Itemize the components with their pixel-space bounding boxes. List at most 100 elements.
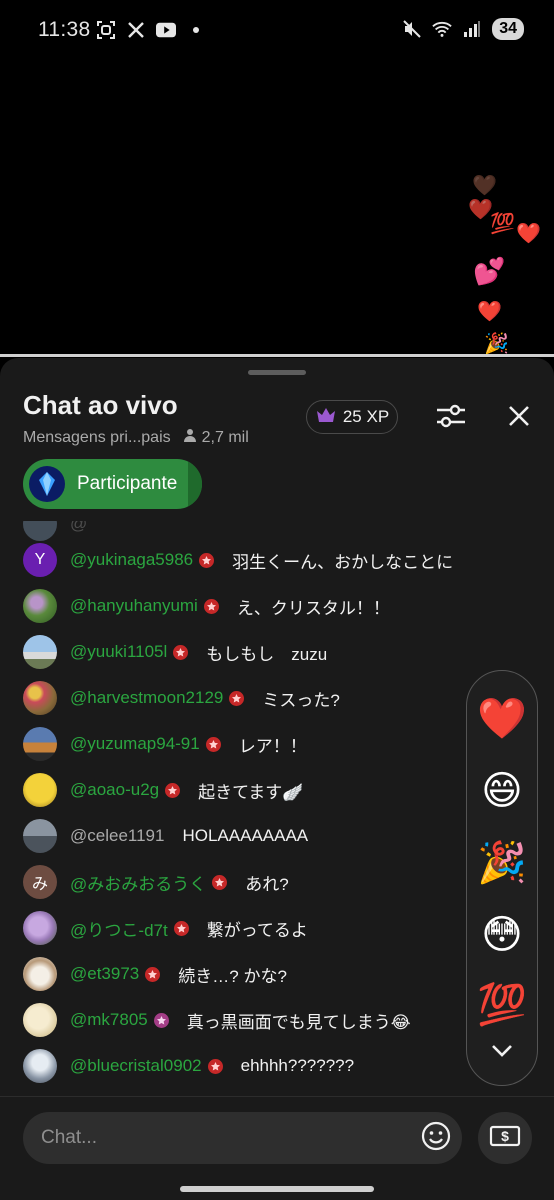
hundred-reaction-button[interactable]: 💯 — [467, 977, 537, 1033]
floating-reaction: ❤️ — [516, 223, 541, 245]
chat-message[interactable]: Y @yukinaga5986 羽生くーん、おかしなことに — [23, 540, 453, 580]
filter-sliders-icon — [435, 403, 467, 434]
chat-message[interactable]: @bluecristal0902 ehhhh??????? — [23, 1046, 354, 1086]
member-badge-icon — [199, 552, 215, 568]
chat-subtitle[interactable]: Mensagens pri...pais 2,7 mil — [23, 428, 249, 447]
floating-reaction: 🤎 — [472, 175, 497, 197]
chat-message[interactable]: @celee1191 HOLAAAAAAAA — [23, 816, 308, 856]
video-progress-bar[interactable] — [0, 354, 554, 357]
chat-message[interactable]: @yuuki1105l もしもし zuzu — [23, 632, 327, 672]
avatar — [23, 773, 57, 807]
chevron-down-icon — [491, 1044, 513, 1063]
message-text: え、クリスタル！！ — [236, 598, 390, 618]
floating-reaction: 🎉 — [484, 333, 509, 355]
message-author[interactable]: @hanyuhanyumi — [70, 596, 198, 616]
avatar-letter: Y — [34, 551, 46, 568]
message-text: レア！！ — [238, 736, 307, 756]
floating-reaction: 💯 — [490, 213, 515, 235]
smile-reaction-button[interactable]: 😄 — [467, 763, 537, 819]
xp-label: 25 XP — [342, 407, 390, 426]
reaction-picker: ❤️ 😄 🎉 😳 💯 — [466, 670, 538, 1086]
chat-title: Chat ao vivo — [23, 390, 178, 420]
crown-icon — [315, 406, 337, 429]
drag-handle[interactable] — [248, 370, 306, 375]
close-chat-button[interactable] — [500, 400, 538, 436]
avatar — [23, 1049, 57, 1083]
member-badge-icon — [153, 1012, 169, 1028]
chat-input[interactable] — [41, 1127, 401, 1149]
message-text: 羽生くーん、おかしなことに — [232, 552, 454, 572]
message-text: もしもし zuzu — [206, 644, 328, 664]
message-text: 起きてます🪽 — [198, 782, 304, 802]
viewer-count-value: 2,7 mil — [201, 428, 249, 446]
system-icons: 34 — [402, 18, 524, 40]
avatar — [23, 635, 57, 669]
chat-message[interactable]: @aoao-u2g 起きてます🪽 — [23, 770, 303, 810]
chat-message[interactable]: @harvestmoon2129 ミスった? — [23, 678, 340, 718]
status-bar: 11:38 34 — [0, 0, 554, 62]
floating-reaction: 💕 — [473, 256, 506, 286]
youtube-icon — [156, 20, 176, 40]
member-badge-icon — [165, 782, 181, 798]
message-author[interactable]: @yukinaga5986 — [70, 550, 193, 570]
crystal-avatar — [29, 466, 65, 502]
input-divider — [0, 1096, 554, 1097]
chat-message[interactable]: @et3973 続き…? かな? — [23, 954, 287, 994]
message-text: ehhhh??????? — [240, 1056, 355, 1075]
video-player[interactable]: 🤎 ❤️ 💯 ❤️ 💕 ❤️ 🎉 — [0, 62, 554, 356]
message-author[interactable]: @bluecristal0902 — [70, 1056, 202, 1076]
person-icon — [183, 428, 197, 447]
message-author[interactable]: @yuuki1105l — [70, 642, 167, 662]
collapse-reactions-button[interactable] — [467, 1033, 537, 1073]
message-author[interactable]: @みおみおるうく — [70, 870, 206, 895]
battery-indicator: 34 — [492, 18, 524, 40]
heart-reaction-button[interactable]: ❤️ — [467, 691, 537, 747]
avatar — [23, 1003, 57, 1037]
x-icon — [126, 20, 146, 40]
message-author[interactable]: @mk7805 — [70, 1010, 148, 1030]
avatar — [23, 911, 57, 945]
message-author[interactable]: @celee1191 — [70, 826, 164, 846]
chat-mode-label: Mensagens pri...pais — [23, 428, 171, 446]
message-text: あれ? — [245, 874, 289, 894]
chat-message[interactable]: @りつこ-d7t 繋がってるよ — [23, 908, 308, 948]
chat-input-container[interactable] — [23, 1112, 462, 1164]
mute-icon — [402, 19, 422, 39]
member-badge-icon — [145, 966, 161, 982]
member-badge-icon — [173, 920, 189, 936]
close-icon — [508, 405, 530, 432]
participant-badge-button[interactable]: Participante — [23, 459, 202, 509]
party-reaction-button[interactable]: 🎉 — [467, 835, 537, 891]
wifi-icon — [432, 19, 452, 39]
member-badge-icon — [203, 598, 219, 614]
chat-message[interactable]: み @みおみおるうく あれ? — [23, 862, 289, 902]
message-author[interactable]: @aoao-u2g — [70, 780, 159, 800]
message-author[interactable]: @yuzumap94-91 — [70, 734, 200, 754]
member-badge-icon — [229, 690, 245, 706]
avatar-letter: み — [31, 876, 48, 893]
floating-reaction: ❤️ — [477, 301, 502, 323]
flushed-reaction-button[interactable]: 😳 — [467, 907, 537, 963]
avatar — [23, 957, 57, 991]
message-author[interactable]: @et3973 — [70, 964, 139, 984]
member-badge-icon — [173, 644, 189, 660]
avatar: Y — [23, 543, 57, 577]
chat-message[interactable]: @mk7805 真っ黒画面でも見てしまう😂 — [23, 1000, 411, 1040]
filter-button[interactable] — [431, 400, 471, 436]
emoji-button[interactable] — [420, 1121, 452, 1154]
message-text: 繋がってるよ — [206, 920, 308, 940]
avatar — [23, 727, 57, 761]
xp-button[interactable]: 25 XP — [306, 400, 398, 434]
message-author[interactable]: @りつこ-d7t — [70, 916, 168, 941]
notification-icons — [96, 20, 206, 40]
avatar — [23, 589, 57, 623]
svg-text:$: $ — [501, 1128, 509, 1144]
system-navigation-handle[interactable] — [180, 1186, 374, 1192]
message-text: ミスった? — [262, 690, 340, 710]
superchat-button[interactable]: $ — [478, 1112, 532, 1164]
dot-icon — [186, 20, 206, 40]
chip-progress-fill — [188, 459, 202, 509]
chat-message[interactable]: @hanyuhanyumi え、クリスタル！！ — [23, 586, 390, 626]
chat-message[interactable]: @yuzumap94-91 レア！！ — [23, 724, 307, 764]
message-author[interactable]: @harvestmoon2129 — [70, 688, 223, 708]
